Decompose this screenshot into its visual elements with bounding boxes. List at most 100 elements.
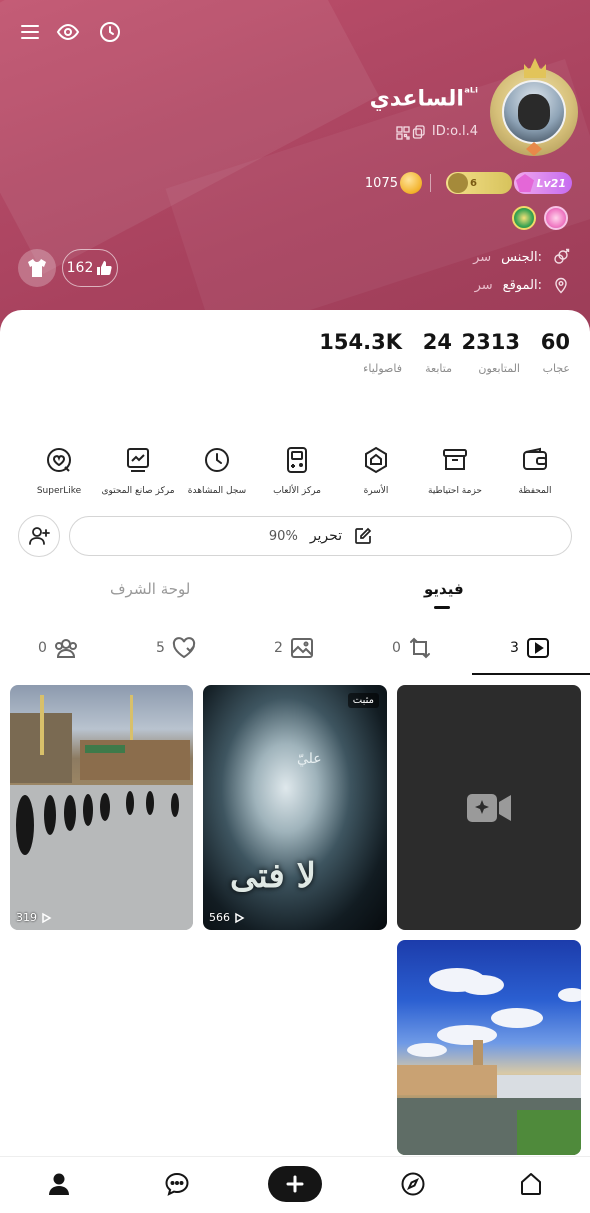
likes-button[interactable]: 162 bbox=[62, 249, 118, 287]
subtab-liked[interactable]: 5 bbox=[156, 634, 197, 662]
stat-label: المتابعون bbox=[478, 362, 520, 375]
gender-label: الجنس: bbox=[501, 249, 542, 265]
video-play-icon bbox=[526, 638, 549, 658]
play-count-value: 319 bbox=[16, 911, 37, 924]
nav-home[interactable] bbox=[518, 1171, 544, 1197]
subtab-count: 3 bbox=[510, 640, 519, 656]
gamepad-icon bbox=[287, 447, 307, 473]
nav-profile[interactable] bbox=[46, 1171, 72, 1197]
crown-icon bbox=[524, 58, 546, 78]
nav-explore[interactable] bbox=[400, 1171, 426, 1197]
subtab-videos[interactable]: 3 bbox=[510, 634, 551, 662]
thumbnail-caption: عليّ bbox=[297, 751, 322, 767]
video-thumbnail-add[interactable] bbox=[397, 685, 581, 930]
gender-value: سر bbox=[473, 249, 492, 265]
play-icon bbox=[235, 912, 245, 923]
nav-messages[interactable] bbox=[164, 1171, 190, 1197]
video-thumbnail[interactable]: مثبت عليّ لا فتى 566 bbox=[203, 685, 387, 930]
tool-creator-center[interactable]: مركز صانع المحتوى bbox=[93, 446, 183, 496]
edit-profile-button[interactable]: 90% تحرير bbox=[69, 516, 572, 556]
stat-beans[interactable]: 154.3K فاصولياء bbox=[319, 330, 402, 375]
tab-indicator bbox=[434, 606, 450, 609]
family-badge[interactable]: 6 bbox=[446, 172, 512, 194]
subtab-count: 5 bbox=[156, 640, 165, 656]
stat-label: فاصولياء bbox=[363, 362, 402, 375]
location-pin-icon bbox=[555, 277, 567, 294]
stat-likes[interactable]: 60 عجاب bbox=[541, 330, 570, 375]
person-icon bbox=[49, 1173, 69, 1195]
video-thumbnail[interactable] bbox=[397, 940, 581, 1155]
eye-icon[interactable] bbox=[56, 20, 80, 44]
subtab-groups[interactable]: 0 bbox=[38, 634, 79, 662]
thumbs-up-icon bbox=[97, 261, 112, 275]
family-badge-level: 6 bbox=[470, 177, 477, 189]
shirt-icon bbox=[28, 259, 46, 277]
play-icon bbox=[42, 912, 52, 923]
shrine-scene bbox=[10, 695, 193, 930]
user-id-text: ID:o.l.4 bbox=[431, 124, 478, 139]
diamond-medal-icon[interactable] bbox=[544, 206, 568, 230]
stat-followers[interactable]: 2313 المتابعون bbox=[462, 330, 520, 375]
add-user-icon bbox=[29, 527, 50, 545]
family-badge-icon bbox=[448, 173, 468, 193]
tool-label: سجل المشاهدة bbox=[187, 486, 247, 496]
copy-icon[interactable] bbox=[412, 124, 426, 139]
stat-label: متابعة bbox=[425, 362, 452, 375]
subtab-indicator bbox=[472, 673, 590, 675]
outfit-button[interactable] bbox=[18, 249, 56, 287]
qr-code-icon[interactable] bbox=[396, 126, 410, 140]
tool-label: مركز صانع المحتوى bbox=[101, 486, 175, 496]
stat-label: عجاب bbox=[542, 362, 570, 375]
username-tag: ᵃᴸⁱ bbox=[463, 86, 478, 101]
tool-family[interactable]: الأسرة bbox=[331, 446, 421, 496]
tool-label: SuperLike bbox=[36, 486, 82, 496]
location-value: سر bbox=[474, 277, 493, 293]
avatar[interactable] bbox=[486, 58, 582, 158]
tool-game-center[interactable]: مركز الألعاب bbox=[252, 446, 342, 496]
tool-watch-history[interactable]: سجل المشاهدة bbox=[172, 446, 262, 496]
avatar-figure bbox=[518, 94, 550, 130]
badge-divider bbox=[430, 174, 431, 192]
subtab-images[interactable]: 2 bbox=[274, 634, 315, 662]
crown-medal-icon[interactable] bbox=[512, 206, 536, 230]
tab-video[interactable]: فيديو bbox=[424, 580, 464, 598]
username-text: الساعدي bbox=[369, 86, 464, 112]
tool-backpack[interactable]: حزمة احتياطية bbox=[410, 446, 500, 496]
play-count-value: 566 bbox=[209, 911, 230, 924]
stat-following[interactable]: 24 متابعة bbox=[423, 330, 452, 375]
add-friend-button[interactable] bbox=[18, 515, 60, 557]
backpack-icon bbox=[443, 449, 467, 470]
compass-icon bbox=[401, 1172, 425, 1196]
menu-icon[interactable] bbox=[18, 20, 42, 44]
home-icon bbox=[521, 1173, 541, 1195]
create-button[interactable] bbox=[268, 1166, 322, 1202]
subtab-reposts[interactable]: 0 bbox=[392, 634, 433, 662]
superlike-icon bbox=[47, 448, 71, 472]
repost-icon bbox=[409, 637, 430, 659]
tool-label: حزمة احتياطية bbox=[428, 486, 482, 496]
chart-icon bbox=[127, 448, 149, 472]
history-clock-icon[interactable] bbox=[98, 20, 122, 44]
tab-honor-board[interactable]: لوحة الشرف bbox=[110, 580, 190, 598]
group-icon bbox=[54, 639, 77, 658]
pinned-badge: مثبت bbox=[347, 693, 379, 708]
chat-icon bbox=[165, 1172, 189, 1196]
stat-value: 2313 bbox=[461, 330, 520, 354]
thumbnail-caption: لا فتى bbox=[229, 856, 317, 896]
bottom-nav bbox=[0, 1156, 590, 1213]
subtab-count: 2 bbox=[274, 640, 283, 656]
tool-wallet[interactable]: المحفظة bbox=[490, 446, 580, 496]
profile-completion: 90% bbox=[268, 528, 298, 544]
subtab-count: 0 bbox=[38, 640, 47, 656]
level-text: Lv21 bbox=[536, 176, 567, 190]
video-thumbnail[interactable]: 319 bbox=[10, 685, 193, 930]
tool-superlike[interactable]: SuperLike bbox=[14, 446, 104, 496]
stat-value: 24 bbox=[422, 330, 452, 354]
tool-label: مركز الألعاب bbox=[273, 486, 321, 496]
edit-label: تحرير bbox=[309, 528, 343, 544]
user-id[interactable]: ID:o.l.4 bbox=[412, 124, 478, 139]
liked-icon bbox=[172, 637, 196, 659]
username: الساعديᵃᴸⁱ bbox=[370, 86, 478, 111]
plus-icon bbox=[286, 1175, 304, 1193]
play-count: 566 bbox=[209, 911, 245, 924]
